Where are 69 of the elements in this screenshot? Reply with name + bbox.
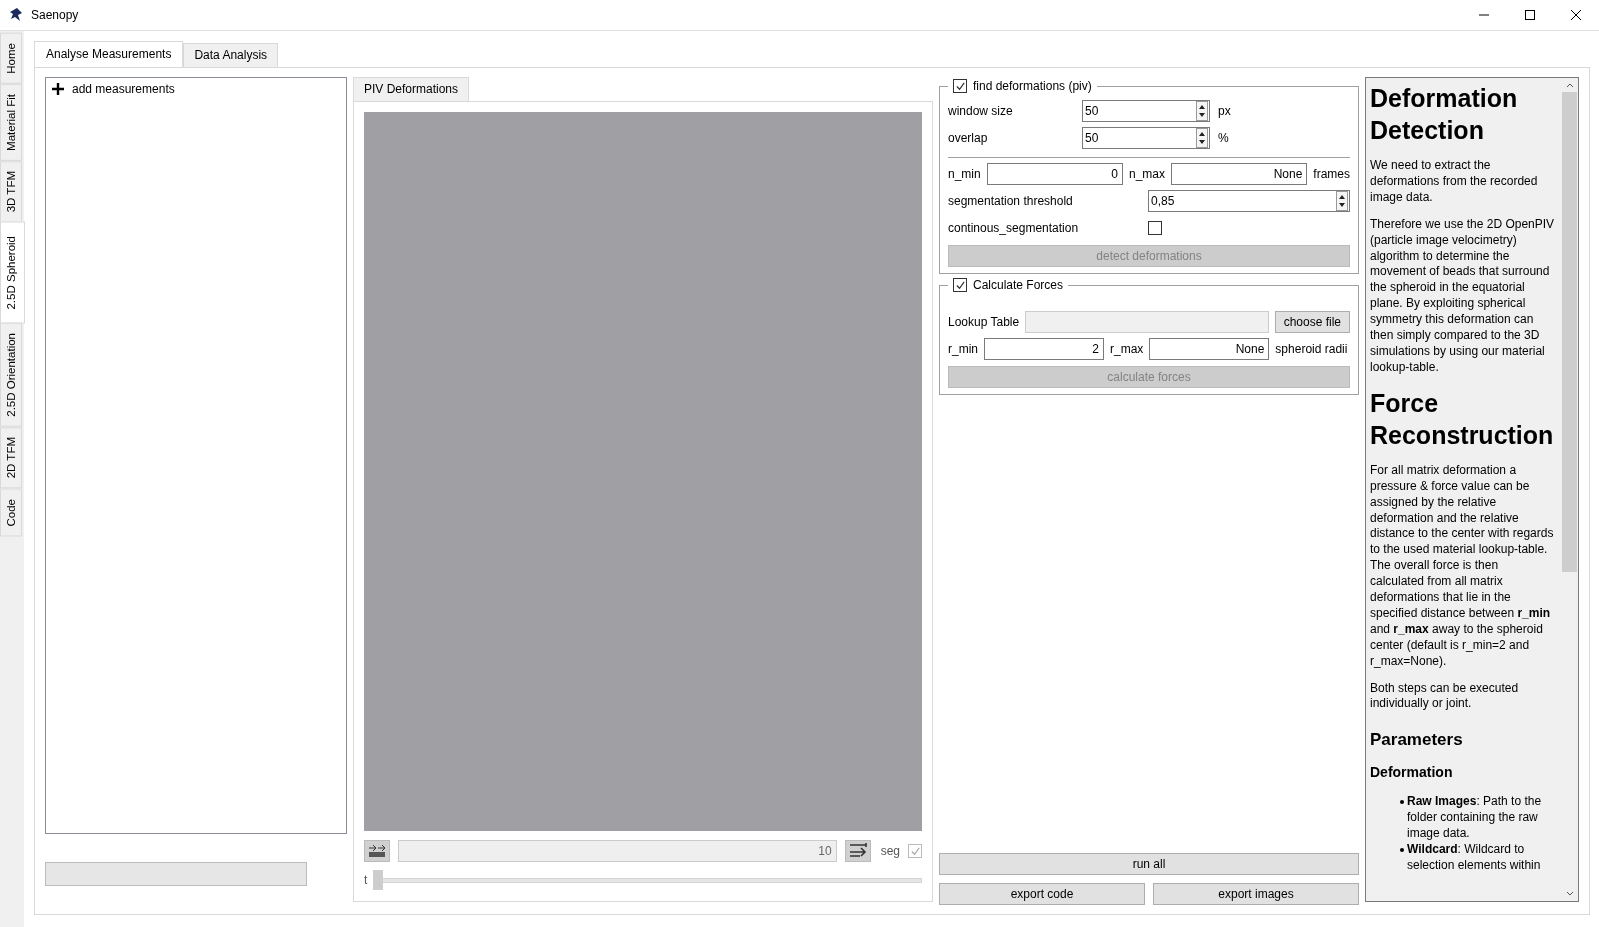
spin-arrows-icon[interactable] xyxy=(1336,190,1348,211)
checkbox[interactable] xyxy=(953,278,967,292)
frame-field[interactable]: 10 xyxy=(398,840,837,862)
choose-file-button[interactable]: choose file xyxy=(1274,310,1350,333)
field-label: r_max xyxy=(1110,341,1144,356)
lookup-table-field[interactable] xyxy=(1025,310,1269,333)
view-tab[interactable]: PIV Deformations xyxy=(353,77,470,101)
run-all-button[interactable]: run all xyxy=(939,853,1359,875)
side-tab[interactable]: Code xyxy=(0,488,22,536)
spin-arrows-icon[interactable] xyxy=(1196,100,1208,121)
unit-label: px xyxy=(1218,103,1231,118)
main-tab[interactable]: Data Analysis xyxy=(183,43,279,67)
spin-arrows-icon[interactable] xyxy=(1196,127,1208,148)
time-slider[interactable] xyxy=(373,870,922,890)
unit-label: spheroid radii xyxy=(1275,341,1348,356)
help-list-item: Raw Images: Path to the folder containing the raw image data. xyxy=(1407,794,1543,843)
window-title: Saenopy xyxy=(31,8,79,22)
help-paragraph: We need to extract the deformations from the recorded image data. xyxy=(1370,158,1539,206)
bullet-icon xyxy=(1400,848,1404,853)
app-logo-icon xyxy=(8,7,24,23)
field-label: continous_segmentation xyxy=(948,220,1080,235)
maximize-icon[interactable] xyxy=(1524,9,1536,21)
window-size-field[interactable]: 50 xyxy=(1082,99,1210,122)
unit-label: frames xyxy=(1313,166,1350,181)
field-label: window size xyxy=(948,103,1014,118)
segmentation-threshold-field[interactable]: 0,85 xyxy=(1148,189,1350,212)
side-tab[interactable]: 2.5D Orientation xyxy=(0,323,22,428)
field-label: r_min xyxy=(948,341,978,356)
export-images-button[interactable]: export images xyxy=(1153,883,1359,905)
side-tab[interactable]: Material Fit xyxy=(0,83,22,161)
r-min-field[interactable]: 2 xyxy=(984,337,1104,360)
checkbox[interactable] xyxy=(953,79,967,93)
checkbox[interactable] xyxy=(1148,220,1162,235)
time-label: t xyxy=(364,873,368,887)
add-measurements-link[interactable]: add measurements xyxy=(72,82,175,96)
help-paragraph: Both steps can be executed individually or joint. xyxy=(1370,680,1520,713)
side-tab[interactable]: 2.5D Spheroid xyxy=(0,221,25,324)
n-max-field[interactable]: None xyxy=(1171,162,1308,185)
n-min-field[interactable]: 0 xyxy=(986,162,1123,185)
overlap-field[interactable]: 50 xyxy=(1082,126,1210,149)
field-label: overlap xyxy=(948,130,989,145)
scroll-down-icon[interactable] xyxy=(1564,890,1575,898)
help-list-item: Wildcard: Wildcard to selection elements within xyxy=(1407,842,1542,874)
plus-icon[interactable] xyxy=(52,83,64,95)
side-tab[interactable]: Home xyxy=(0,33,22,84)
side-tab[interactable]: 3D TFM xyxy=(0,160,22,222)
help-paragraph: Therefore we use the 2D OpenPIV (particle image velocimetry) algorithm to determine the movement of beads that surround the spheroid in the equatorial plane. By exploiting spherical symmetry this deformation can then simply compared to the 3D simulations by using our material lookup-table. xyxy=(1370,216,1555,376)
unit-label: % xyxy=(1218,130,1229,145)
bullet-icon xyxy=(1400,800,1404,805)
field-label: n_max xyxy=(1129,166,1165,181)
export-code-button[interactable]: export code xyxy=(939,883,1145,905)
side-tab[interactable]: 2D TFM xyxy=(0,427,22,489)
group-title: find deformations (piv) xyxy=(973,79,1092,93)
help-paragraph: For all matrix deformation a pressure & force value can be assigned by the relative deformation and the relative distance to the center with regards to the used material lookup-table. The overall force is then calculated from all matrix deformations that lie in the specified distance between r_min and r_max away to the spheroid center (default is r_min=2 and r_max=None). xyxy=(1370,462,1555,670)
r-max-field[interactable]: None xyxy=(1149,337,1270,360)
close-icon[interactable] xyxy=(1570,9,1582,21)
help-heading: Deformation Detection xyxy=(1370,83,1519,146)
field-label: Lookup Table xyxy=(948,314,1020,329)
field-label: segmentation threshold xyxy=(948,193,1074,208)
help-heading: Parameters xyxy=(1370,730,1464,751)
slider-thumb[interactable] xyxy=(373,870,384,890)
help-subheading: Deformation xyxy=(1370,764,1454,781)
seg-label: seg xyxy=(880,844,900,858)
main-tab[interactable]: Analyse Measurements xyxy=(34,41,184,67)
group-title: Calculate Forces xyxy=(973,278,1064,292)
field-label: n_min xyxy=(948,166,981,181)
scroll-up-icon[interactable] xyxy=(1564,81,1575,89)
seg-checkbox[interactable] xyxy=(908,844,922,858)
help-heading: Force Reconstruction xyxy=(1370,387,1555,451)
